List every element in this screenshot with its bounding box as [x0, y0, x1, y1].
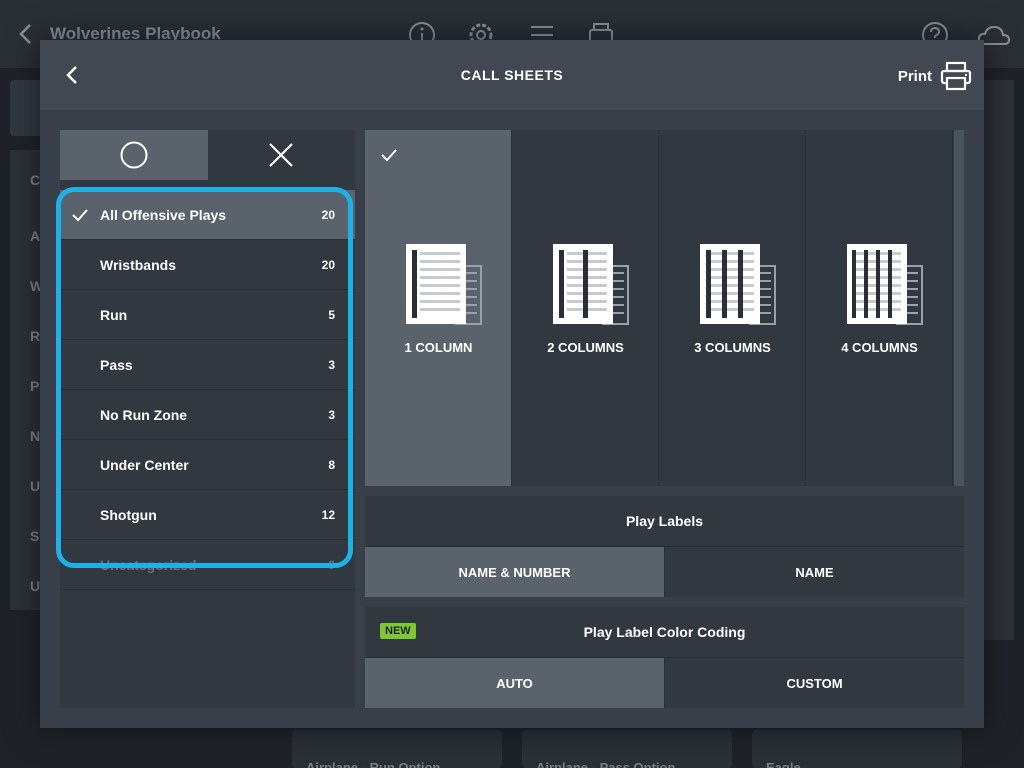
- list-item-count: 20: [321, 207, 335, 222]
- column-layout-options: 1 COLUMN 2 COLUMNS 3 COLUMNS 4 COLUMNS: [365, 130, 964, 486]
- columns-scrollbar[interactable]: [954, 130, 964, 486]
- list-item[interactable]: Pass 3: [60, 340, 355, 390]
- printer-icon: [940, 61, 972, 91]
- color-coding-title: Play Label Color Coding: [583, 624, 746, 640]
- list-item[interactable]: Uncategorized 0: [60, 540, 355, 590]
- list-item-count: 12: [321, 507, 335, 522]
- name-and-number-option[interactable]: NAME & NUMBER: [365, 547, 664, 597]
- column-option-1[interactable]: 1 COLUMN: [365, 130, 512, 486]
- background-card-label: Airplane - Pass Option: [536, 760, 676, 768]
- list-item[interactable]: Wristbands 20: [60, 240, 355, 290]
- list-item-label: All Offensive Plays: [100, 206, 227, 223]
- list-item[interactable]: All Offensive Plays 20: [60, 190, 355, 240]
- color-coding-section: NEW Play Label Color Coding AUTO CUSTOM: [365, 607, 964, 708]
- background-right-panel: [984, 80, 1014, 640]
- new-badge: NEW: [380, 623, 416, 639]
- color-coding-header: NEW Play Label Color Coding: [365, 607, 964, 657]
- list-item-label: Uncategorized: [100, 556, 197, 573]
- list-item-count: 0: [328, 557, 335, 572]
- column-layout-icon: [700, 244, 776, 325]
- background-card-label: Airplane - Run Option: [306, 760, 441, 768]
- column-option-4[interactable]: 4 COLUMNS: [806, 130, 953, 486]
- color-coding-options: AUTO CUSTOM: [365, 657, 964, 708]
- column-layout-icon: [406, 244, 482, 325]
- column-option-label: 3 COLUMNS: [694, 340, 771, 355]
- column-option-3[interactable]: 3 COLUMNS: [659, 130, 806, 486]
- list-item-label: Pass: [100, 356, 133, 373]
- select-all-button[interactable]: [60, 130, 208, 180]
- selection-toggle: [60, 130, 355, 180]
- column-option-label: 2 COLUMNS: [547, 340, 624, 355]
- custom-option[interactable]: CUSTOM: [664, 658, 964, 708]
- column-layout-icon: [553, 244, 629, 325]
- background-card-label: Eagle: [766, 760, 801, 768]
- list-item[interactable]: Shotgun 12: [60, 490, 355, 540]
- auto-option[interactable]: AUTO: [365, 658, 664, 708]
- list-item-label: Shotgun: [100, 506, 157, 523]
- background-side-tab: [10, 80, 40, 136]
- modal-title: CALL SHEETS: [460, 67, 564, 83]
- list-item[interactable]: Run 5: [60, 290, 355, 340]
- list-item-label: Under Center: [100, 456, 189, 473]
- list-item-count: 3: [328, 407, 335, 422]
- column-option-label: 4 COLUMNS: [841, 340, 918, 355]
- list-item-count: 3: [328, 357, 335, 372]
- print-button[interactable]: Print: [898, 60, 972, 92]
- list-item-label: No Run Zone: [100, 406, 188, 423]
- play-labels-options: NAME & NUMBER NAME: [365, 546, 964, 597]
- filter-panel: All Offensive Plays 20 Wristbands 20 Run…: [60, 130, 355, 708]
- play-labels-title: Play Labels: [625, 513, 704, 529]
- list-item-count: 8: [328, 457, 335, 472]
- circle-icon: [120, 141, 148, 169]
- column-layout-icon: [847, 244, 923, 325]
- play-category-list: All Offensive Plays 20 Wristbands 20 Run…: [60, 190, 355, 590]
- column-option-2[interactable]: 2 COLUMNS: [512, 130, 659, 486]
- print-label: Print: [897, 67, 932, 85]
- background-side-label: C: [30, 172, 41, 188]
- chevron-left-icon: [19, 24, 31, 44]
- check-icon: [381, 149, 397, 162]
- column-option-label: 1 COLUMN: [404, 340, 473, 355]
- play-labels-section: Play Labels NAME & NUMBER NAME: [365, 496, 964, 597]
- list-item[interactable]: No Run Zone 3: [60, 390, 355, 440]
- list-item-count: 5: [328, 307, 335, 322]
- name-option[interactable]: NAME: [664, 547, 964, 597]
- list-item[interactable]: Under Center 8: [60, 440, 355, 490]
- close-icon: [269, 143, 294, 167]
- call-sheets-modal: CALL SHEETS Print All Offensive Plays 20…: [40, 40, 984, 728]
- list-item-count: 20: [321, 257, 335, 272]
- list-item-label: Wristbands: [100, 256, 176, 273]
- check-icon: [72, 209, 88, 222]
- list-item-label: Run: [100, 306, 128, 323]
- clear-selection-button[interactable]: [207, 130, 355, 180]
- modal-header: CALL SHEETS Print: [40, 40, 984, 110]
